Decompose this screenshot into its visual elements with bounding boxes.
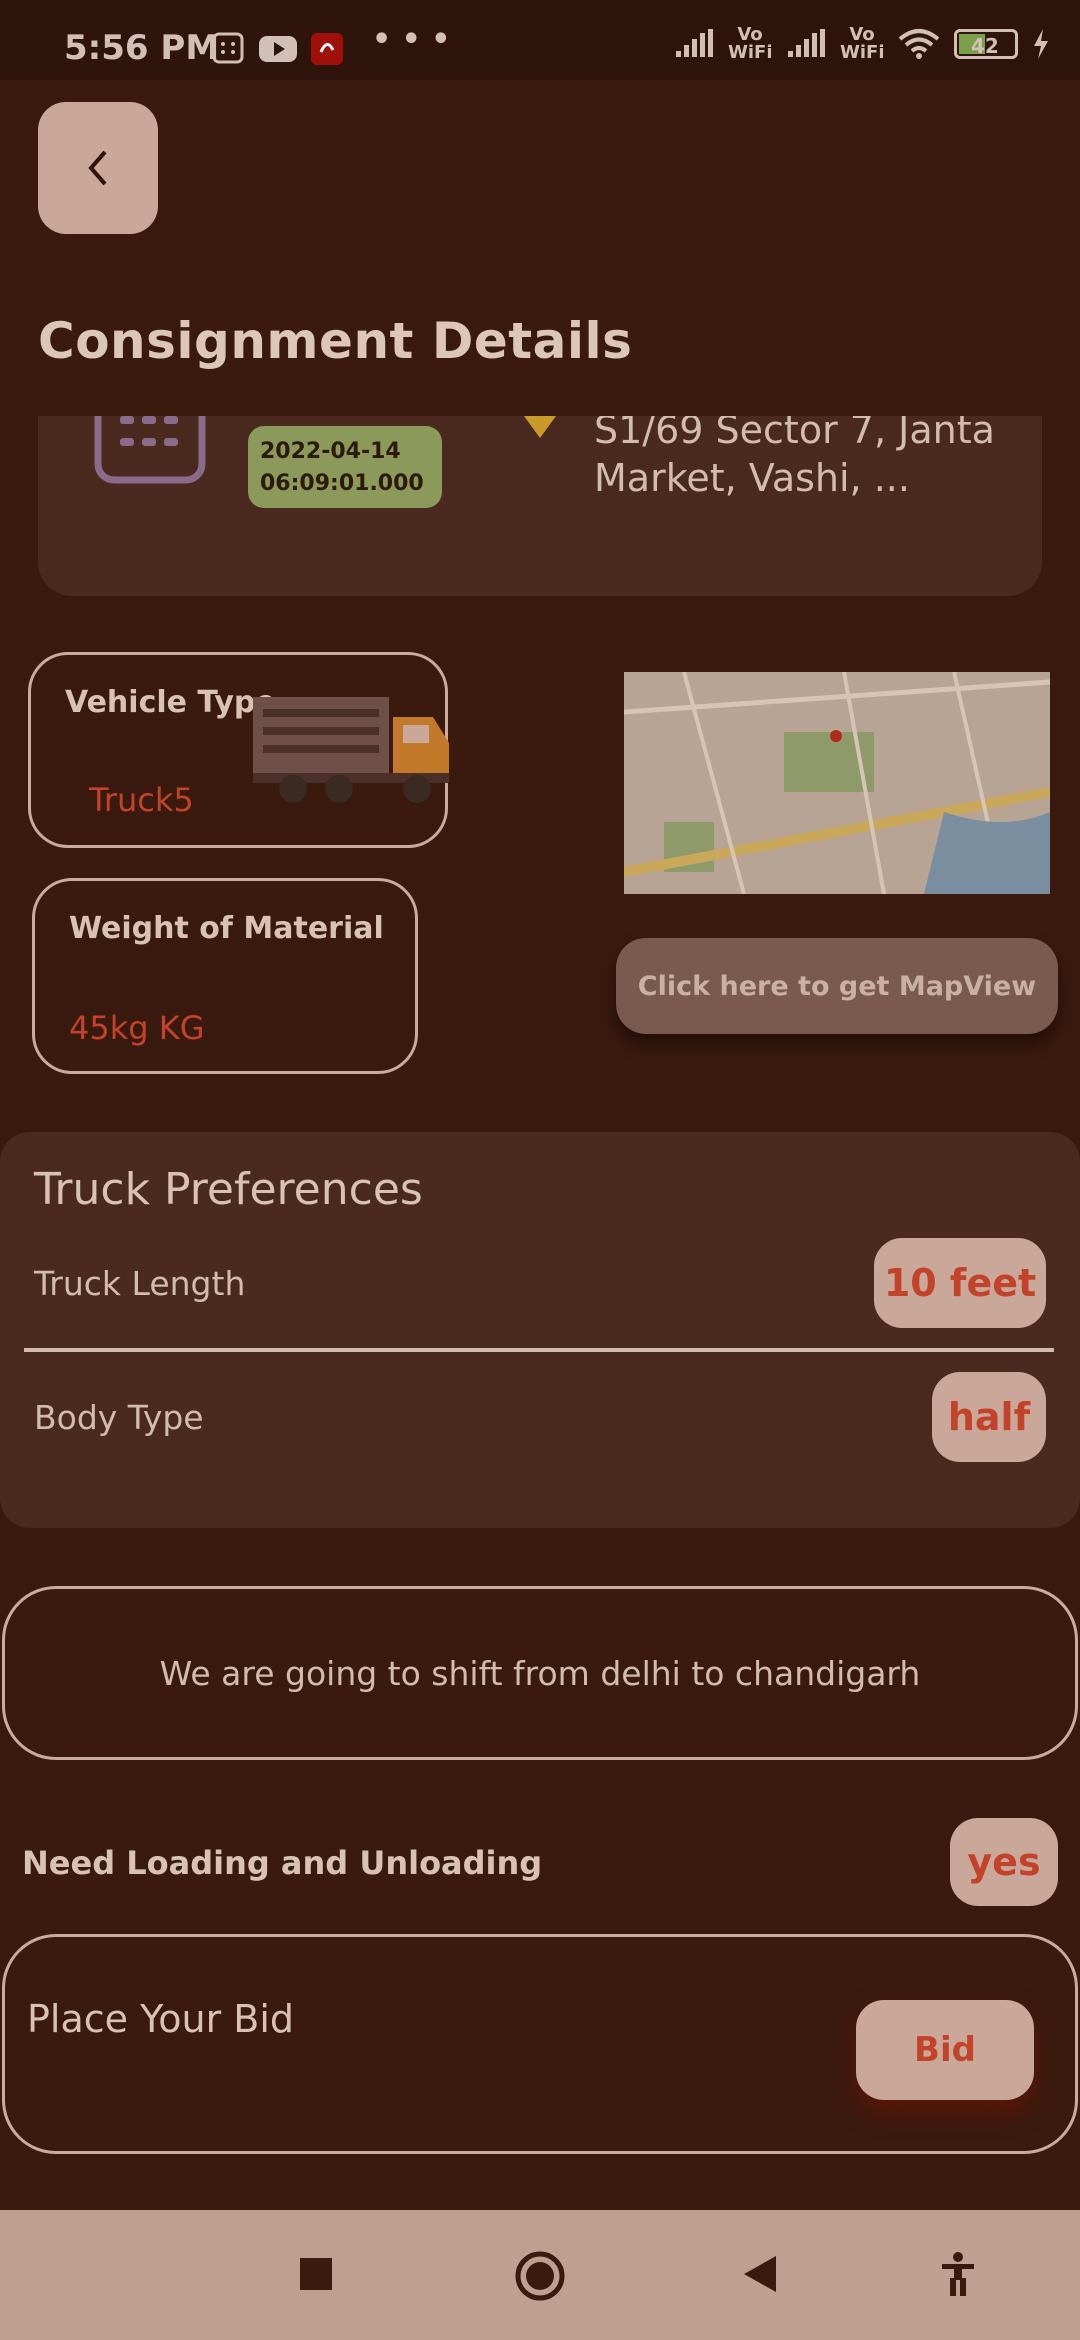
vo-wifi-label: Vo WiFi bbox=[840, 24, 885, 63]
signal-icon bbox=[788, 29, 825, 57]
truck-icon bbox=[253, 697, 453, 813]
body-type-value: half bbox=[932, 1372, 1046, 1462]
page-title: Consignment Details bbox=[38, 312, 633, 370]
weight-label: Weight of Material bbox=[69, 911, 384, 946]
more-notifications-icon: • • • bbox=[372, 22, 451, 57]
back-button[interactable] bbox=[38, 102, 158, 234]
place-bid-label: Place Your Bid bbox=[27, 1997, 295, 2041]
loading-unloading-value: yes bbox=[950, 1818, 1058, 1906]
calendar-icon bbox=[94, 416, 206, 490]
date-text: 2022-04-14 bbox=[260, 439, 401, 464]
vo-wifi-label: Vo WiFi bbox=[728, 24, 773, 63]
charging-icon bbox=[1034, 29, 1048, 59]
recent-apps-icon[interactable] bbox=[300, 2258, 332, 2294]
pickup-address: S1/69 Sector 7, Janta Market, Vashi, ... bbox=[594, 416, 995, 500]
vehicle-type-value: Truck5 bbox=[89, 781, 194, 819]
airtel-icon bbox=[310, 32, 344, 65]
status-time: 5:56 PM bbox=[64, 28, 220, 68]
accessibility-icon[interactable] bbox=[940, 2252, 976, 2300]
battery-icon: 42 bbox=[954, 29, 1018, 59]
get-mapview-button[interactable]: Click here to get MapView bbox=[616, 938, 1058, 1034]
divider bbox=[24, 1348, 1054, 1352]
wifi-icon bbox=[898, 29, 940, 59]
body-type-label: Body Type bbox=[34, 1398, 204, 1437]
consignment-info-card: 2022-04-14 06:09:01.000 S1/69 Sector 7, … bbox=[38, 416, 1042, 596]
date-badge: 2022-04-14 06:09:01.000 bbox=[248, 426, 442, 508]
truck-preferences-section: Truck Preferences Truck Length 10 feet B… bbox=[0, 1132, 1080, 1528]
map-thumbnail[interactable] bbox=[624, 672, 1050, 894]
calendar-notification-icon bbox=[212, 32, 244, 64]
status-right: Vo WiFi Vo WiFi 42 bbox=[674, 26, 1050, 62]
signal-icon bbox=[676, 29, 713, 57]
truck-length-value: 10 feet bbox=[874, 1238, 1046, 1328]
navigation-bar bbox=[0, 2210, 1080, 2340]
truck-length-label: Truck Length bbox=[34, 1264, 246, 1303]
bid-button[interactable]: Bid bbox=[856, 2000, 1034, 2100]
location-pin-icon bbox=[522, 416, 558, 444]
weight-value: 45kg KG bbox=[69, 1009, 205, 1047]
loading-unloading-label: Need Loading and Unloading bbox=[22, 1844, 543, 1882]
consignment-description: We are going to shift from delhi to chan… bbox=[2, 1586, 1078, 1760]
vehicle-type-card: Vehicle Type Truck5 bbox=[28, 652, 449, 848]
battery-level: 42 bbox=[971, 34, 999, 58]
back-nav-icon[interactable] bbox=[742, 2254, 778, 2298]
youtube-icon bbox=[258, 32, 298, 64]
truck-preferences-title: Truck Preferences bbox=[34, 1164, 423, 1215]
home-icon[interactable] bbox=[514, 2250, 566, 2306]
vehicle-type-label: Vehicle Type bbox=[65, 685, 276, 720]
weight-card: Weight of Material 45kg KG bbox=[32, 878, 418, 1074]
chevron-left-icon bbox=[88, 150, 107, 186]
time-text: 06:09:01.000 bbox=[260, 471, 424, 496]
